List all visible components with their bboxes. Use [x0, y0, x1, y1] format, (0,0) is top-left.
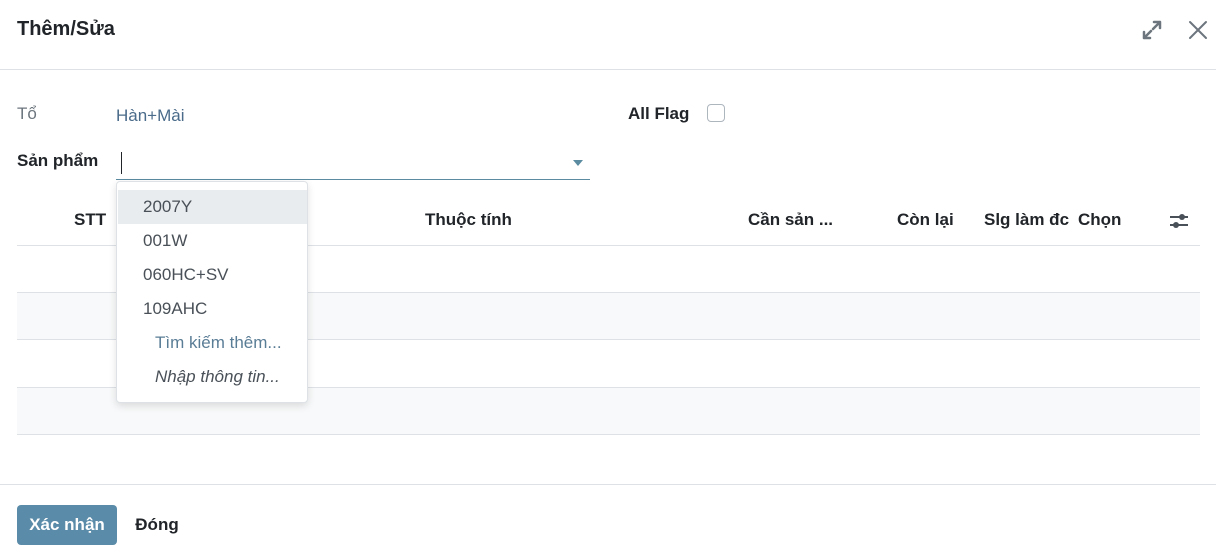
product-label: Sản phẩm — [17, 151, 99, 170]
product-dropdown-menu: 2007Y 001W 060HC+SV 109AHC Tìm kiếm thêm… — [116, 181, 308, 403]
column-header-required[interactable]: Cần sản ... — [748, 210, 833, 230]
dropdown-option[interactable]: 001W — [118, 224, 307, 258]
column-header-select[interactable]: Chọn — [1078, 210, 1121, 230]
dialog-header: Thêm/Sửa — [0, 0, 1216, 70]
expand-icon[interactable] — [1140, 18, 1164, 42]
dialog-title: Thêm/Sửa — [17, 18, 115, 40]
to-label: Tổ — [17, 104, 37, 123]
column-header-stt[interactable]: STT — [74, 210, 106, 230]
close-icon[interactable] — [1186, 18, 1210, 42]
settings-sliders-icon[interactable] — [1168, 210, 1190, 232]
create-edit-link[interactable]: Nhập thông tin... — [155, 360, 280, 394]
dropdown-option[interactable]: 2007Y — [118, 190, 307, 224]
dropdown-option[interactable]: 060HC+SV — [118, 258, 307, 292]
column-header-attribute[interactable]: Thuộc tính — [425, 210, 512, 230]
caret-down-icon[interactable] — [573, 160, 583, 166]
product-input[interactable] — [116, 146, 590, 180]
close-button[interactable]: Đóng — [125, 505, 189, 545]
to-value-link[interactable]: Hàn+Mài — [116, 106, 185, 126]
text-caret — [121, 152, 122, 174]
confirm-button[interactable]: Xác nhận — [17, 505, 117, 545]
all-flag-label: All Flag — [628, 104, 690, 123]
column-header-quantity-done[interactable]: Slg làm đc — [984, 210, 1069, 230]
all-flag-checkbox[interactable] — [707, 104, 725, 122]
footer-divider — [0, 484, 1216, 485]
column-header-remaining[interactable]: Còn lại — [897, 210, 954, 230]
search-more-link[interactable]: Tìm kiếm thêm... — [155, 326, 282, 360]
dropdown-option[interactable]: 109AHC — [118, 292, 307, 326]
